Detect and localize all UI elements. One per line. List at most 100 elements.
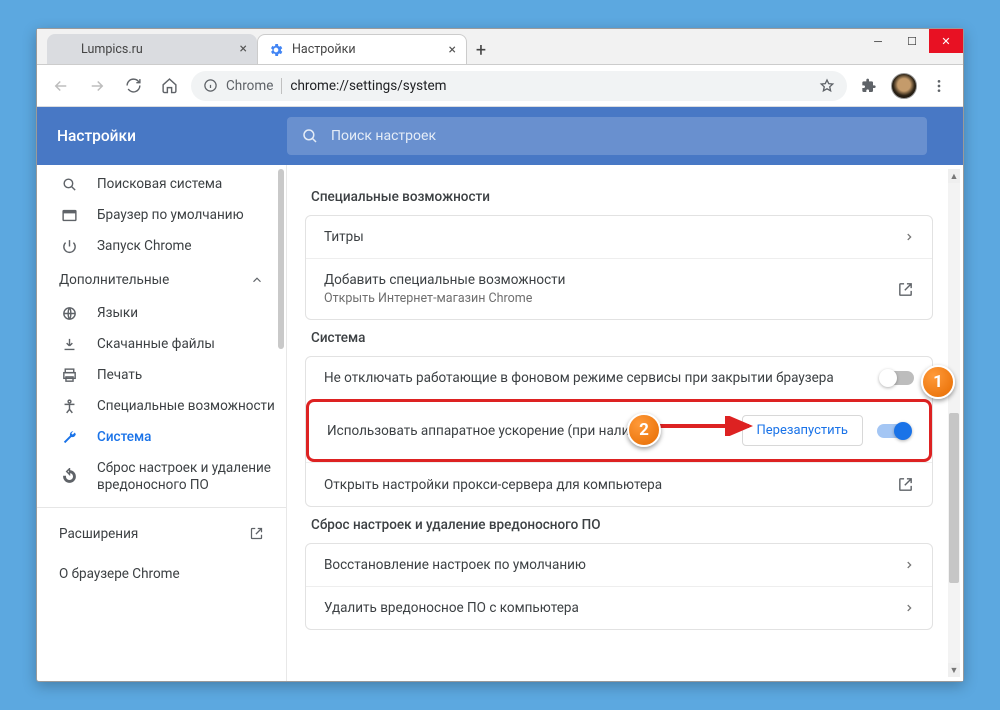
sidebar-item-label: Система bbox=[97, 429, 276, 446]
favicon-settings bbox=[268, 42, 284, 58]
new-tab-button[interactable]: + bbox=[467, 36, 495, 64]
section-title-reset: Сброс настроек и удаление вредоносного П… bbox=[311, 517, 927, 533]
sidebar-item-extensions[interactable]: Расширения bbox=[37, 514, 286, 554]
sidebar-item-startup[interactable]: Запуск Chrome bbox=[37, 231, 286, 262]
scroll-thumb[interactable] bbox=[949, 413, 959, 583]
restart-button[interactable]: Перезапустить bbox=[742, 415, 863, 446]
card-reset: Восстановление настроек по умолчанию Уда… bbox=[305, 543, 933, 630]
settings-panel: Специальные возможности Титры Добавить с… bbox=[287, 165, 963, 681]
close-icon[interactable]: × bbox=[240, 41, 247, 57]
sidebar-item-accessibility[interactable]: Специальные возможности bbox=[37, 391, 286, 422]
settings-header: Настройки Поиск настроек bbox=[37, 107, 963, 165]
sidebar-item-label: Языки bbox=[97, 305, 276, 322]
sidebar-item-label: Браузер по умолчанию bbox=[97, 207, 276, 224]
wrench-icon bbox=[59, 429, 79, 446]
open-external-icon bbox=[897, 281, 914, 298]
sidebar-item-label: Поисковая система bbox=[97, 176, 276, 193]
sidebar-item-label: Печать bbox=[97, 367, 276, 384]
content-area: Настройки Поиск настроек Поисковая систе… bbox=[37, 107, 963, 681]
sidebar: Поисковая система Браузер по умолчанию З… bbox=[37, 165, 287, 681]
row-label: Открыть настройки прокси-сервера для ком… bbox=[324, 477, 662, 493]
reload-button[interactable] bbox=[119, 72, 147, 100]
tab-lumpics[interactable]: Lumpics.ru × bbox=[47, 34, 257, 64]
search-icon bbox=[301, 127, 319, 145]
sidebar-item-label: Запуск Chrome bbox=[97, 238, 276, 255]
row-background-apps[interactable]: Не отключать работающие в фоновом режиме… bbox=[306, 357, 932, 399]
sidebar-group-advanced[interactable]: Дополнительные bbox=[37, 262, 286, 298]
close-icon[interactable]: × bbox=[449, 42, 456, 58]
sidebar-item-downloads[interactable]: Скачанные файлы bbox=[37, 329, 286, 360]
sidebar-item-label: Специальные возможности bbox=[97, 398, 276, 415]
main-split: Поисковая система Браузер по умолчанию З… bbox=[37, 165, 963, 681]
row-restore-defaults[interactable]: Восстановление настроек по умолчанию bbox=[306, 544, 932, 586]
open-external-icon bbox=[249, 526, 264, 541]
separator bbox=[37, 507, 286, 508]
sidebar-item-default-browser[interactable]: Браузер по умолчанию bbox=[37, 200, 286, 231]
sidebar-item-label: Скачанные файлы bbox=[97, 336, 276, 353]
titlebar: Lumpics.ru × Настройки × + ─ ☐ ✕ bbox=[37, 29, 963, 65]
back-button[interactable] bbox=[47, 72, 75, 100]
site-info-icon[interactable] bbox=[203, 78, 218, 93]
tab-settings[interactable]: Настройки × bbox=[257, 34, 467, 64]
row-cleanup[interactable]: Удалить вредоносное ПО с компьютера bbox=[306, 586, 932, 629]
sidebar-item-about[interactable]: О браузере Chrome bbox=[37, 554, 286, 594]
profile-avatar[interactable] bbox=[891, 73, 917, 99]
window-icon bbox=[59, 207, 79, 224]
chevron-up-icon bbox=[250, 273, 264, 287]
scroll-down-button[interactable]: ▼ bbox=[948, 663, 960, 677]
sidebar-item-reset[interactable]: Сброс настроек и удаление вредоносного П… bbox=[37, 453, 286, 501]
sidebar-item-search-engine[interactable]: Поисковая система bbox=[37, 169, 286, 200]
sidebar-group-label: Дополнительные bbox=[59, 272, 169, 288]
page-title: Настройки bbox=[57, 127, 257, 145]
row-label: Добавить специальные возможности bbox=[324, 272, 897, 288]
sidebar-item-languages[interactable]: Языки bbox=[37, 298, 286, 329]
download-icon bbox=[59, 336, 79, 353]
omnibox[interactable]: Chrome chrome://settings/system bbox=[191, 71, 847, 101]
section-title-accessibility: Специальные возможности bbox=[311, 189, 927, 205]
menu-button[interactable] bbox=[925, 72, 953, 100]
maximize-button[interactable]: ☐ bbox=[895, 29, 929, 53]
row-sublabel: Открыть Интернет-магазин Chrome bbox=[324, 291, 897, 306]
row-label: Удалить вредоносное ПО с компьютера bbox=[324, 600, 579, 616]
row-label: Восстановление настроек по умолчанию bbox=[324, 557, 586, 573]
search-placeholder: Поиск настроек bbox=[331, 128, 436, 144]
section-title-system: Система bbox=[311, 330, 927, 346]
extensions-icon[interactable] bbox=[855, 72, 883, 100]
open-external-icon bbox=[897, 476, 914, 493]
window-controls: ─ ☐ ✕ bbox=[861, 29, 963, 53]
scroll-track[interactable] bbox=[948, 183, 960, 663]
bookmark-icon[interactable] bbox=[819, 78, 835, 94]
favicon-lumpics bbox=[57, 41, 73, 57]
sidebar-item-system[interactable]: Система bbox=[37, 422, 286, 453]
tab-strip: Lumpics.ru × Настройки × + bbox=[37, 29, 495, 64]
tab-label: Lumpics.ru bbox=[81, 42, 143, 57]
toggle-hardware-acceleration[interactable] bbox=[877, 424, 911, 438]
secure-chip-label: Chrome bbox=[226, 78, 273, 94]
toggle-background-apps[interactable] bbox=[880, 371, 914, 385]
scroll-up-button[interactable]: ▲ bbox=[948, 169, 960, 183]
row-label: Использовать аппаратное ускорение (при н… bbox=[327, 423, 657, 439]
sidebar-item-label: Сброс настроек и удаление вредоносного П… bbox=[97, 460, 276, 494]
row-captions[interactable]: Титры bbox=[306, 216, 932, 258]
row-proxy-settings[interactable]: Открыть настройки прокси-сервера для ком… bbox=[306, 462, 932, 506]
card-system: Не отключать работающие в фоновом режиме… bbox=[305, 356, 933, 507]
callout-2: 2 bbox=[627, 413, 661, 447]
callout-1: 1 bbox=[921, 365, 955, 399]
row-hardware-acceleration[interactable]: Использовать аппаратное ускорение (при н… bbox=[306, 399, 932, 462]
forward-button[interactable] bbox=[83, 72, 111, 100]
close-button[interactable]: ✕ bbox=[929, 29, 963, 53]
search-icon bbox=[59, 176, 79, 193]
url-text: chrome://settings/system bbox=[290, 78, 446, 94]
sidebar-item-printing[interactable]: Печать bbox=[37, 360, 286, 391]
power-icon bbox=[59, 238, 79, 255]
annotation-arrow bbox=[649, 416, 759, 436]
minimize-button[interactable]: ─ bbox=[861, 29, 895, 53]
panel-scrollbar[interactable]: ▲ ▼ bbox=[948, 169, 960, 677]
accessibility-icon bbox=[59, 398, 79, 415]
row-add-accessibility[interactable]: Добавить специальные возможности Открыть… bbox=[306, 258, 932, 319]
sidebar-scrollbar[interactable] bbox=[278, 169, 284, 349]
chevron-right-icon bbox=[904, 232, 914, 242]
search-settings[interactable]: Поиск настроек bbox=[287, 117, 927, 155]
home-button[interactable] bbox=[155, 72, 183, 100]
sidebar-item-label: О браузере Chrome bbox=[59, 566, 180, 582]
